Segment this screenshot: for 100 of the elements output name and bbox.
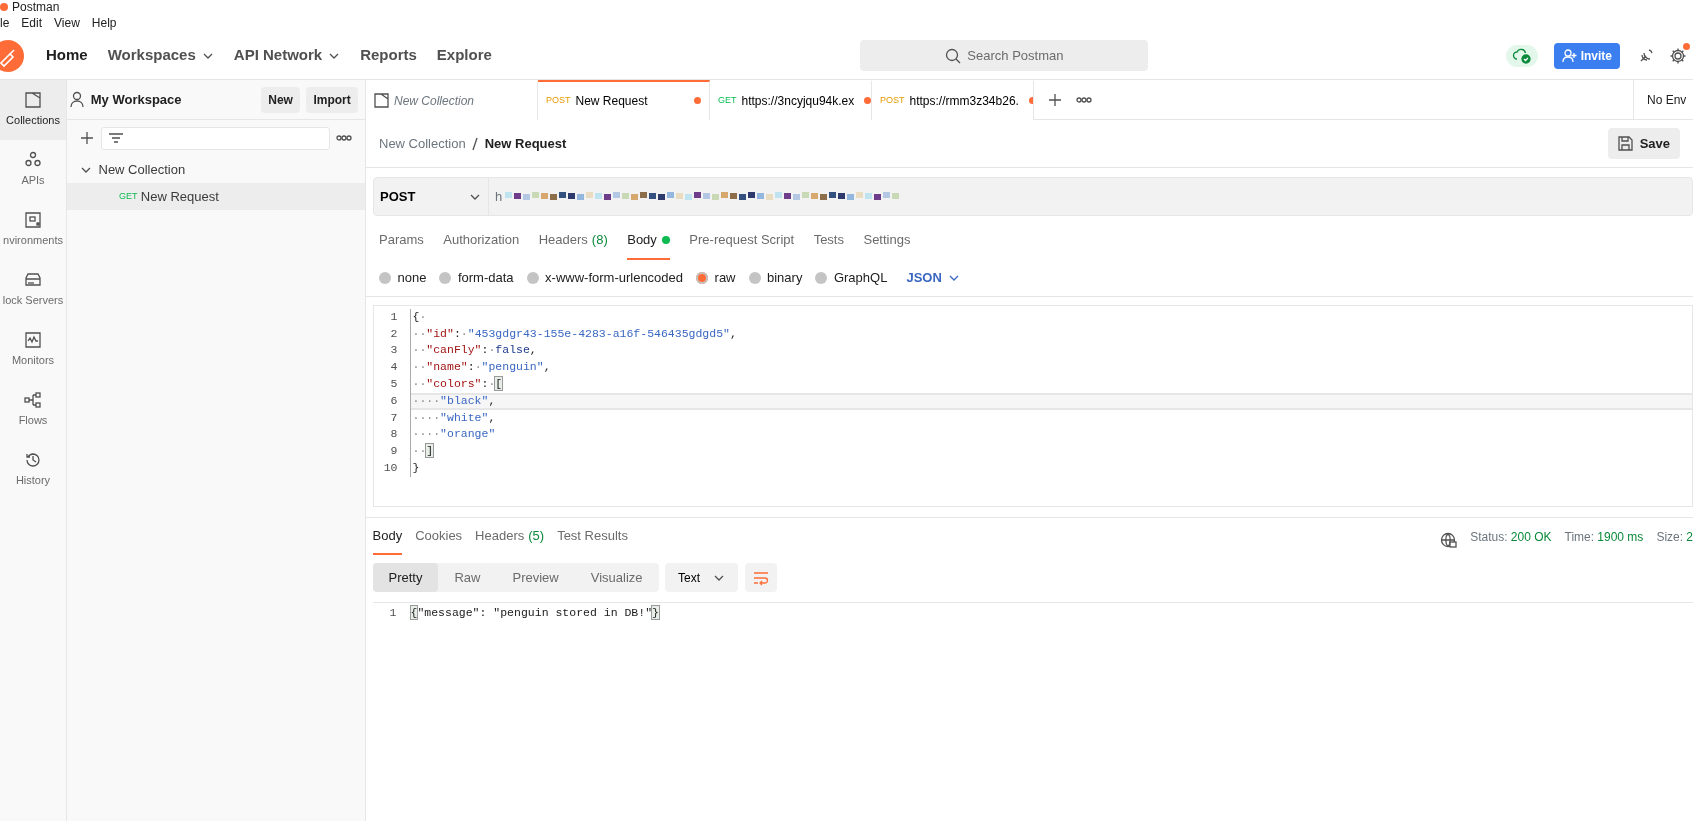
filter-icon <box>108 132 124 144</box>
status-label: Time: <box>1564 529 1595 546</box>
status-value: 2 <box>1686 529 1693 546</box>
more-icon[interactable] <box>1076 94 1092 105</box>
wrap-icon <box>752 569 769 586</box>
nav-link[interactable]: Explore <box>426 40 502 71</box>
request-option-tab[interactable]: Authorization <box>443 230 520 260</box>
code-line: {· <box>409 308 1692 326</box>
collection-icon <box>374 93 389 108</box>
view-mode-tab[interactable]: Visualize <box>574 563 659 592</box>
save-icon <box>1618 136 1634 151</box>
more-icon[interactable] <box>336 133 352 143</box>
pulse-icon <box>24 331 42 350</box>
menu-item[interactable]: View <box>54 14 80 32</box>
sidebar-item[interactable]: APIs <box>0 140 66 200</box>
folder-icon <box>24 91 42 110</box>
flow-icon <box>24 391 42 410</box>
window-title: Postman <box>12 0 60 14</box>
code-line: ··"name":·"penguin", <box>409 359 1692 376</box>
response-tab[interactable]: Test Results <box>557 525 628 555</box>
line-number: 4 <box>389 359 399 376</box>
body-type-radio[interactable]: form-data <box>439 267 514 288</box>
code-line: } <box>409 459 1692 477</box>
app-icon <box>0 3 8 11</box>
sidebar-item[interactable]: Monitors <box>0 320 66 380</box>
body-type-radio[interactable]: x-www-form-urlencoded <box>526 267 684 288</box>
add-tab-icon[interactable] <box>1048 92 1062 107</box>
view-mode-tab[interactable]: Pretty <box>372 563 439 592</box>
menu-item[interactable]: Edit <box>21 14 43 32</box>
body-type-radio[interactable]: none <box>379 267 427 288</box>
breadcrumb-link[interactable]: New Collection <box>379 133 466 154</box>
request-option-tab[interactable]: Params <box>379 230 424 260</box>
request-tab[interactable]: GET https://3ncyjqu94k.ex <box>710 79 872 120</box>
save-button[interactable]: Save <box>1608 128 1680 159</box>
status-value: 1900 ms <box>1597 529 1644 546</box>
search-field[interactable]: Search Postman <box>860 40 1149 71</box>
line-number: 1 <box>389 308 399 325</box>
sidebar-item[interactable]: Collections <box>0 80 66 140</box>
add-icon[interactable] <box>80 131 94 145</box>
request-option-tab[interactable]: Tests <box>813 230 844 260</box>
nav-link[interactable]: Workspaces <box>97 40 224 71</box>
sidebar-item[interactable]: Flows <box>0 380 66 440</box>
code-line: ····"white", <box>409 409 1692 427</box>
body-type-radio[interactable]: GraphQL <box>815 267 888 288</box>
line-number: 5 <box>389 375 399 392</box>
globe-lock-icon[interactable] <box>1440 531 1458 549</box>
request-option-tab[interactable]: Body <box>627 230 670 260</box>
request-tab[interactable]: POST https://rmm3z34b26. <box>872 79 1034 120</box>
line-number: 6 <box>389 392 399 409</box>
line-number: 8 <box>389 426 399 443</box>
search-icon <box>944 47 961 64</box>
menu-item[interactable]: le <box>0 14 10 32</box>
breadcrumb-separator <box>472 136 479 151</box>
logo-icon[interactable] <box>0 39 24 72</box>
menu-item[interactable]: Help <box>91 14 117 32</box>
format-dropdown[interactable]: JSON <box>900 266 967 289</box>
tree-item[interactable]: New Collection <box>67 156 365 183</box>
code-editor[interactable]: 1 {· 2 ··"id":·"453gdgr43-155e-4283-a16f-546435gdgd5", 3 ··"canFly":·false, 4 ··"name":·"penguin", 5 ··"colors":·[ 6 ····"black", 7 ····"white", 8 ····"orange" 9 ··] 10 } <box>372 304 1693 507</box>
body-type-radio[interactable]: raw <box>696 267 736 288</box>
request-tab[interactable]: POST New Request <box>538 79 710 120</box>
sidebar-item[interactable]: History <box>0 440 66 500</box>
response-tab[interactable]: Headers (5) <box>475 525 545 555</box>
nav-link[interactable]: Reports <box>350 40 427 71</box>
request-option-tab[interactable]: Headers (8) <box>538 230 608 260</box>
line-number: 3 <box>389 342 399 359</box>
response-tab[interactable]: Body <box>372 525 403 555</box>
sync-status-icon <box>1506 44 1539 67</box>
code-line: {"message": "penguin stored in DB!"} <box>409 605 660 621</box>
workspace-button[interactable]: New <box>261 86 300 113</box>
code-line: ··"id":·"453gdgr43-155e-4283-a16f-546435gdgd5", <box>409 325 1692 343</box>
history-icon <box>24 451 42 470</box>
breadcrumb-current: New Request <box>484 134 567 153</box>
sidebar-item[interactable]: lock Servers <box>0 260 66 320</box>
view-mode-tab[interactable]: Raw <box>438 563 497 592</box>
status-value: 200 OK <box>1510 529 1552 546</box>
body-type-radio[interactable]: binary <box>748 267 803 288</box>
status-label: Size: <box>1656 529 1684 546</box>
environment-selector[interactable]: No Env <box>1647 90 1687 109</box>
line-number: 2 <box>389 325 399 342</box>
workspace-button[interactable]: Import <box>306 86 358 113</box>
nav-link[interactable]: API Network <box>223 40 351 71</box>
response-format-dropdown[interactable]: Text <box>665 563 739 592</box>
line-number: 7 <box>389 409 399 426</box>
request-option-tab[interactable]: Settings <box>863 230 911 260</box>
code-line: ··] <box>409 443 1692 460</box>
settings-icon[interactable] <box>1669 47 1687 66</box>
user-add-icon <box>1562 48 1578 63</box>
workspace-title: My Workspace <box>90 90 183 109</box>
view-mode-tab[interactable]: Preview <box>496 563 575 592</box>
tree-item[interactable]: GET New Request <box>67 183 365 210</box>
request-tab[interactable]: New Collection <box>366 79 538 120</box>
invite-button[interactable]: Invite <box>1554 42 1620 69</box>
line-number: 9 <box>389 443 399 460</box>
line-number: 10 <box>382 459 399 476</box>
nav-link[interactable]: Home <box>36 40 98 71</box>
filter-field[interactable] <box>100 126 330 150</box>
response-tab[interactable]: Cookies <box>415 525 463 555</box>
request-option-tab[interactable]: Pre-request Script <box>689 230 795 260</box>
sidebar-item[interactable]: nvironments <box>0 200 66 260</box>
user-icon <box>70 91 85 108</box>
